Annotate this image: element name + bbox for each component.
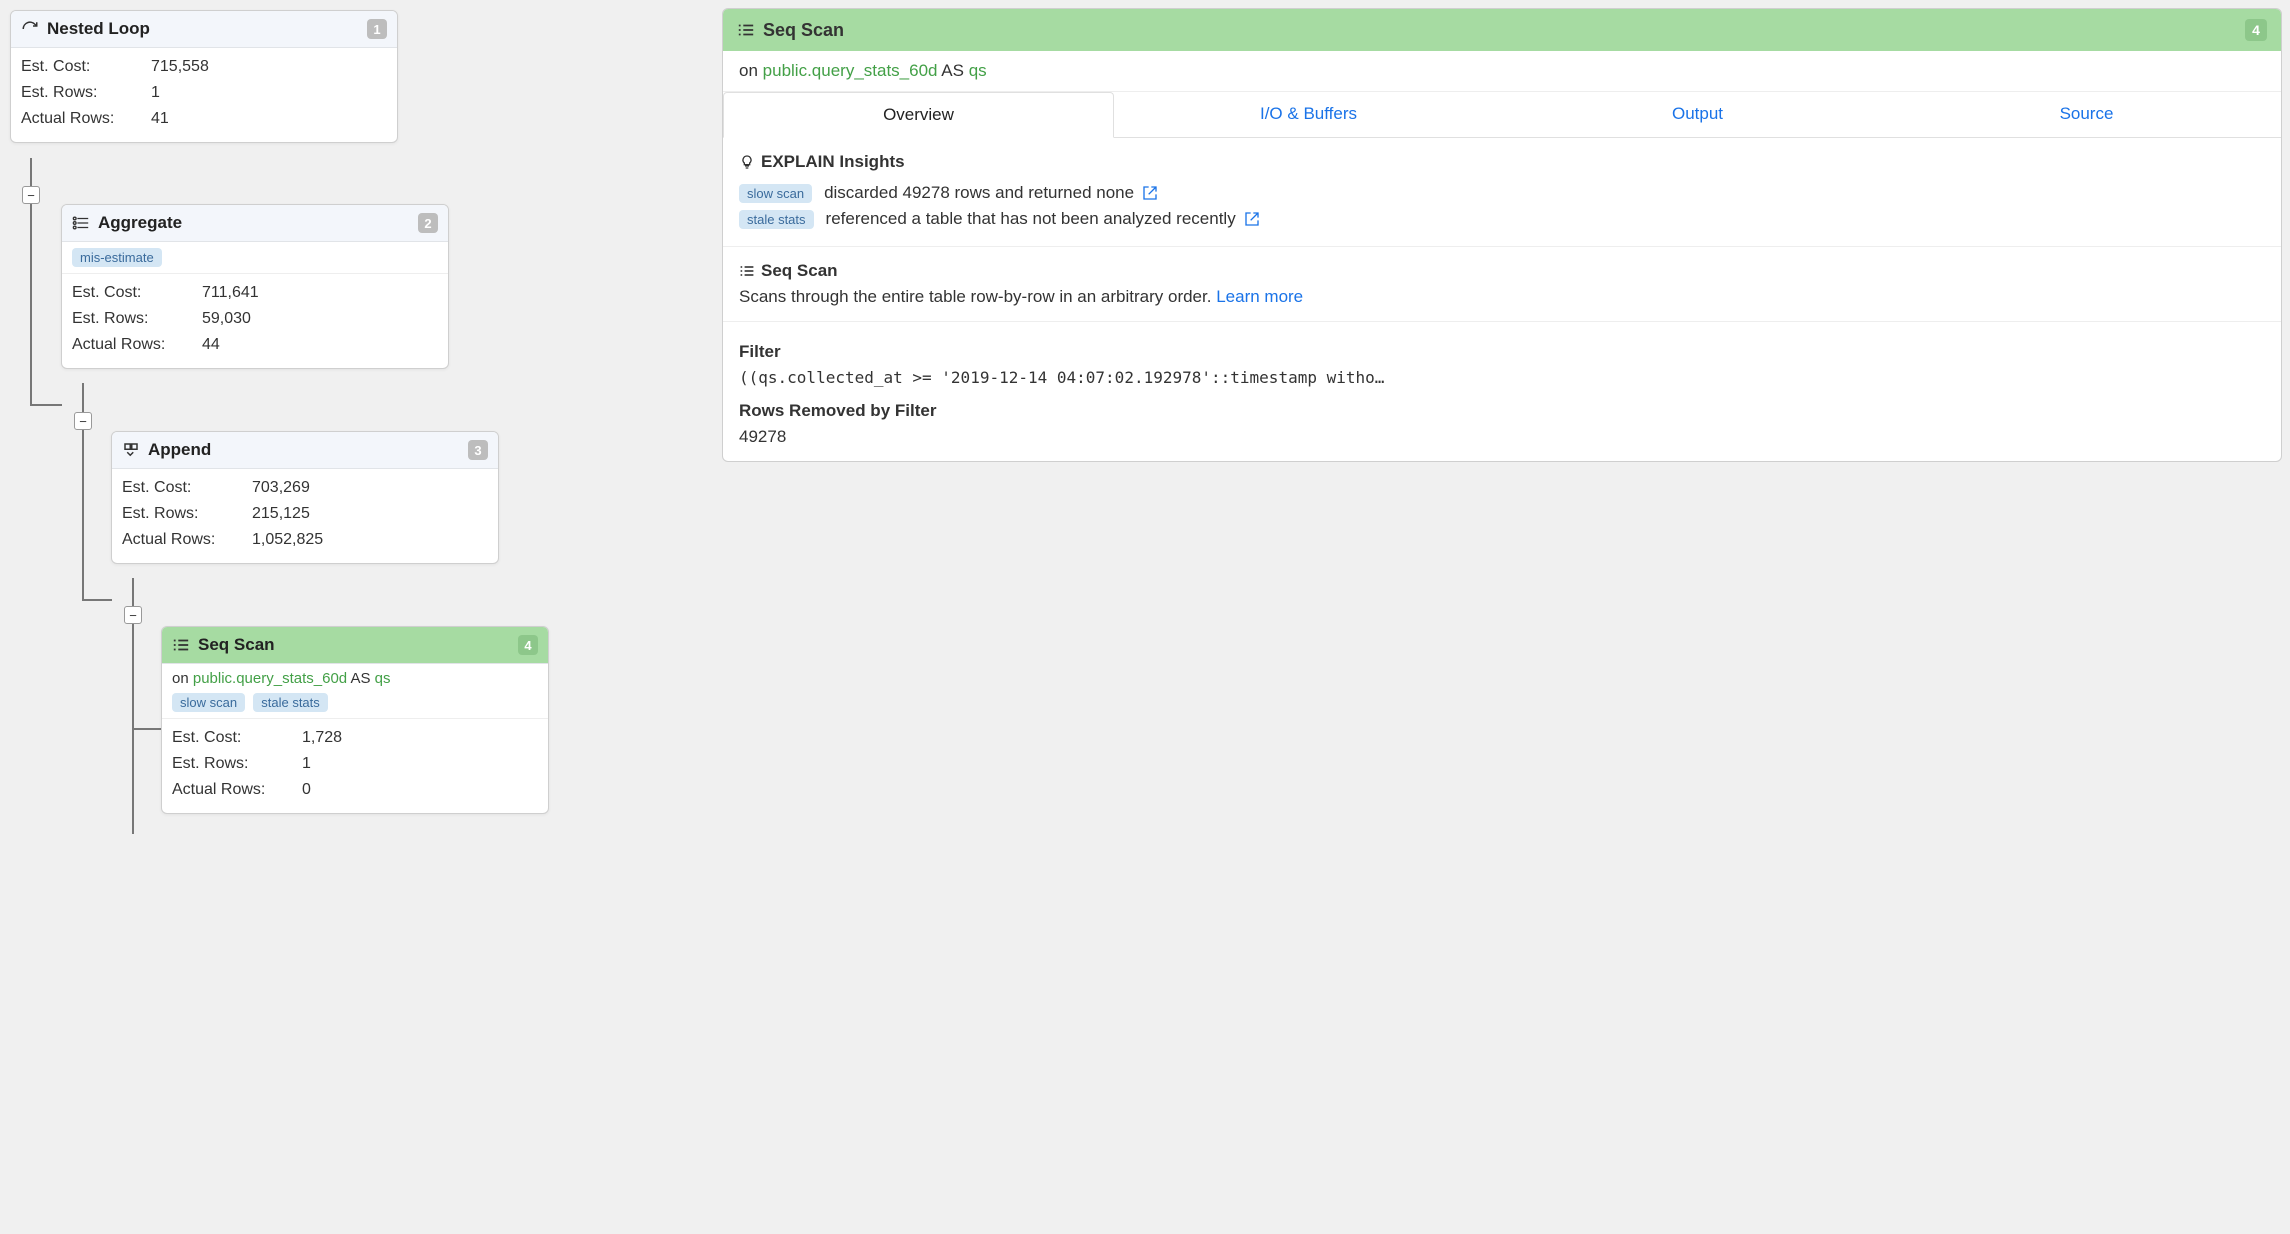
tag-mis-estimate: mis-estimate	[72, 248, 162, 267]
stat-value: 1,728	[302, 729, 342, 747]
tab-overview[interactable]: Overview	[723, 92, 1114, 138]
tag-stale-stats: stale stats	[253, 693, 328, 712]
tree-line	[30, 204, 32, 404]
plan-node-nested-loop[interactable]: Nested Loop 1 Est. Cost:715,558 Est. Row…	[10, 10, 398, 143]
tab-source[interactable]: Source	[1892, 92, 2281, 137]
insight-text: discarded 49278 rows and returned none	[824, 183, 1134, 203]
detail-title: Seq Scan	[763, 20, 844, 41]
stat-label: Est. Rows:	[122, 505, 252, 523]
tag-stale-stats: stale stats	[739, 210, 814, 229]
node-number-badge: 1	[367, 19, 387, 39]
stat-label: Actual Rows:	[122, 531, 252, 549]
seq-scan-icon	[737, 23, 755, 37]
tree-line	[30, 158, 32, 186]
tag-slow-scan: slow scan	[172, 693, 245, 712]
stat-label: Actual Rows:	[21, 110, 151, 128]
plan-node-append[interactable]: Append 3 Est. Cost:703,269 Est. Rows:215…	[111, 431, 499, 564]
stat-value: 44	[202, 336, 220, 354]
scan-description-section: Seq Scan Scans through the entire table …	[723, 247, 2281, 322]
expander-node-2[interactable]: −	[74, 412, 92, 430]
node-title: Append	[148, 440, 211, 460]
stat-label: Est. Rows:	[172, 755, 302, 773]
tag-slow-scan: slow scan	[739, 184, 812, 203]
rows-removed-value: 49278	[739, 427, 2265, 447]
stat-label: Actual Rows:	[72, 336, 202, 354]
tree-line	[30, 404, 62, 406]
stat-label: Est. Cost:	[72, 284, 202, 302]
plan-node-aggregate[interactable]: Aggregate 2 mis-estimate Est. Cost:711,6…	[61, 204, 449, 369]
stat-label: Est. Cost:	[21, 58, 151, 76]
learn-more-link[interactable]: Learn more	[1216, 287, 1303, 306]
tree-line	[132, 578, 134, 606]
stat-label: Est. Cost:	[172, 729, 302, 747]
detail-header: Seq Scan 4	[723, 9, 2281, 51]
stat-value: 715,558	[151, 58, 209, 76]
node-title: Seq Scan	[198, 635, 275, 655]
scan-type-title: Seq Scan	[761, 261, 838, 281]
external-link-icon[interactable]	[1244, 211, 1260, 227]
stat-value: 1	[151, 84, 160, 102]
tab-output[interactable]: Output	[1503, 92, 1892, 137]
scan-description: Scans through the entire table row-by-ro…	[739, 287, 1211, 306]
relation-line: on public.query_stats_60d AS qs	[172, 670, 391, 687]
node-number-badge: 3	[468, 440, 488, 460]
filter-label: Filter	[739, 342, 2265, 362]
node-number-badge: 4	[518, 635, 538, 655]
filter-section: Filter ((qs.collected_at >= '2019-12-14 …	[723, 322, 2281, 461]
tab-io-buffers[interactable]: I/O & Buffers	[1114, 92, 1503, 137]
stat-value: 703,269	[252, 479, 310, 497]
rows-removed-label: Rows Removed by Filter	[739, 401, 2265, 421]
stat-label: Est. Rows:	[21, 84, 151, 102]
node-title: Aggregate	[98, 213, 182, 233]
lightbulb-icon	[739, 153, 755, 171]
tree-line	[82, 383, 84, 413]
plan-tree: − − − Nested Loop 1 Est. Cost:715,558 Es…	[8, 8, 708, 462]
stat-value: 59,030	[202, 310, 251, 328]
insights-heading: EXPLAIN Insights	[761, 152, 905, 172]
plan-node-seq-scan[interactable]: Seq Scan 4 on public.query_stats_60d AS …	[161, 626, 549, 814]
filter-expression: ((qs.collected_at >= '2019-12-14 04:07:0…	[739, 368, 2265, 387]
stat-label: Est. Cost:	[122, 479, 252, 497]
explain-insights-section: EXPLAIN Insights slow scan discarded 492…	[723, 138, 2281, 247]
append-icon	[122, 441, 140, 459]
refresh-icon	[21, 20, 39, 38]
detail-number-badge: 4	[2245, 19, 2267, 41]
stat-label: Actual Rows:	[172, 781, 302, 799]
node-number-badge: 2	[418, 213, 438, 233]
stat-value: 41	[151, 110, 169, 128]
expander-node-1[interactable]: −	[22, 186, 40, 204]
node-detail-panel: Seq Scan 4 on public.query_stats_60d AS …	[722, 8, 2282, 462]
node-title: Nested Loop	[47, 19, 150, 39]
seq-scan-icon	[739, 265, 755, 277]
stat-value: 0	[302, 781, 311, 799]
detail-tabs: Overview I/O & Buffers Output Source	[723, 92, 2281, 138]
external-link-icon[interactable]	[1142, 185, 1158, 201]
stat-value: 1	[302, 755, 311, 773]
aggregate-icon	[72, 215, 90, 231]
stat-value: 1,052,825	[252, 531, 323, 549]
detail-relation-line: on public.query_stats_60d AS qs	[723, 51, 2281, 92]
tree-line	[132, 728, 162, 730]
stat-label: Est. Rows:	[72, 310, 202, 328]
tree-line	[82, 429, 84, 599]
seq-scan-icon	[172, 638, 190, 652]
insight-text: referenced a table that has not been ana…	[826, 209, 1236, 229]
expander-node-3[interactable]: −	[124, 606, 142, 624]
stat-value: 215,125	[252, 505, 310, 523]
stat-value: 711,641	[202, 284, 259, 302]
tree-line	[82, 599, 112, 601]
